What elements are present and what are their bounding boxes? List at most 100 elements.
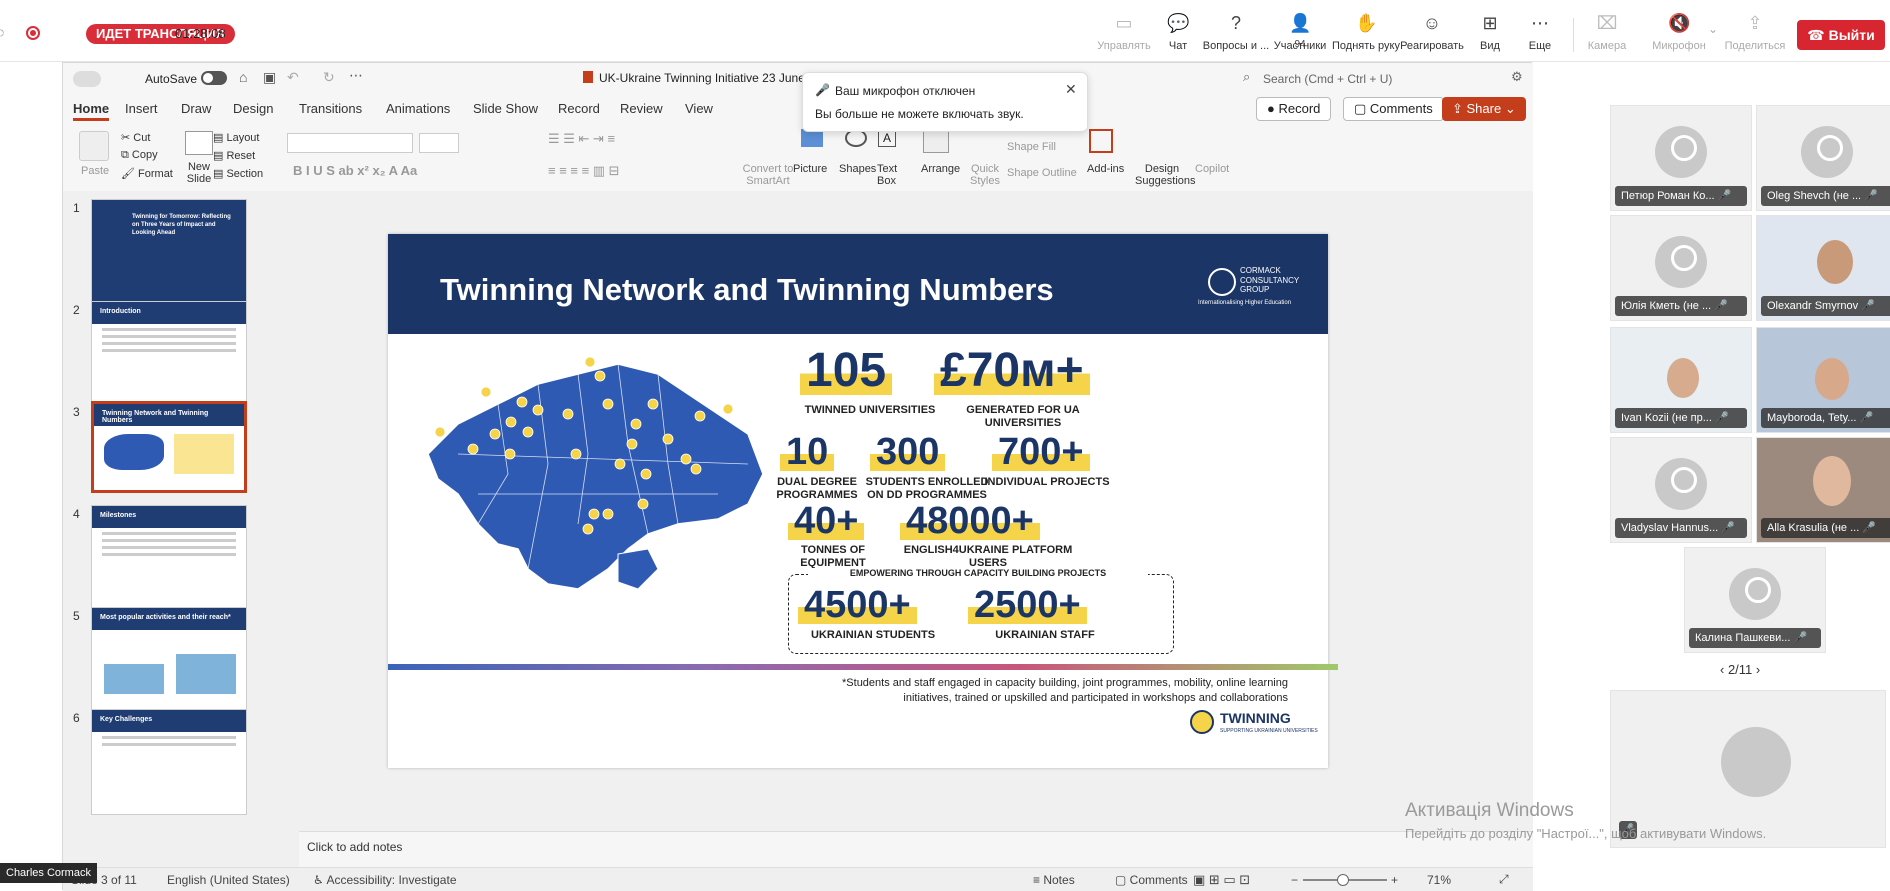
avatar bbox=[1655, 236, 1707, 288]
thumbnail-title: Introduction bbox=[92, 302, 246, 324]
addins-button[interactable]: Add-ins bbox=[1087, 163, 1124, 175]
settings-icon[interactable]: ⚙ bbox=[1511, 69, 1523, 85]
zoom-slider[interactable] bbox=[1303, 874, 1387, 886]
new-slide-icon bbox=[185, 131, 213, 155]
chevron-left-icon[interactable]: ‹ bbox=[1720, 662, 1728, 677]
redo-icon[interactable]: ↻ bbox=[323, 69, 335, 86]
accessibility-status[interactable]: ♿ Accessibility: Investigate bbox=[313, 873, 457, 887]
tab-animations[interactable]: Animations bbox=[386, 101, 450, 116]
document-title[interactable]: UK-Ukraine Twinning Initiative 23 June bbox=[599, 71, 805, 85]
stat-caption: STUDENTS ENROLLED ON DD PROGRAMMES bbox=[865, 476, 989, 502]
participant-tile[interactable]: Петюр Роман Ко... 🎤 bbox=[1610, 105, 1752, 211]
section-button[interactable]: ▤ Section bbox=[213, 167, 263, 180]
format-painter-button[interactable]: 🖌 Format bbox=[121, 167, 173, 180]
more-icon[interactable]: ⋯ bbox=[349, 67, 363, 84]
share-icon: ⇪ bbox=[1747, 13, 1763, 33]
participant-name: Oleg Shevch (не ... 🎤 bbox=[1761, 186, 1890, 206]
bullets-icon[interactable]: ☰ ☰ ⇤ ⇥ ≡ bbox=[548, 131, 615, 147]
slide-thumbnail-6[interactable]: Key Challenges bbox=[91, 709, 247, 815]
textbox-button[interactable]: Text Box bbox=[877, 163, 901, 187]
search-icon: ⌕ bbox=[1243, 69, 1251, 84]
avatar bbox=[1801, 126, 1853, 178]
zoom-out-icon[interactable]: − bbox=[1291, 873, 1298, 887]
cut-button[interactable]: ✂ Cut bbox=[121, 131, 150, 144]
tab-record[interactable]: Record bbox=[558, 101, 600, 116]
design-suggestions-button[interactable]: Design Suggestions bbox=[1135, 163, 1196, 187]
paste-button[interactable]: Paste bbox=[81, 165, 109, 177]
tab-draw[interactable]: Draw bbox=[181, 101, 211, 116]
stat-value: 700+ bbox=[992, 433, 1090, 471]
share-screen-button[interactable]: ⇪ Поделиться bbox=[1714, 12, 1796, 52]
copy-button[interactable]: ⧉ Copy bbox=[121, 149, 158, 162]
participant-tile[interactable]: Калина Пашкеви... 🎤 bbox=[1684, 547, 1826, 653]
shape-fill-button[interactable]: Shape Fill bbox=[1007, 141, 1056, 153]
participant-name: Ivan Kozii (не пр... 🎤 bbox=[1615, 408, 1747, 428]
thumbnail-number: 2 bbox=[73, 303, 80, 317]
slide-title: Twinning Network and Twinning Numbers bbox=[440, 272, 1054, 307]
tab-review[interactable]: Review bbox=[620, 101, 663, 116]
share-icon: ⇪ bbox=[1452, 101, 1467, 116]
slide-header: Twinning Network and Twinning Numbers CO… bbox=[388, 234, 1328, 334]
sidebar-toggle-icon[interactable] bbox=[73, 71, 101, 87]
avatar bbox=[1729, 568, 1781, 620]
notes-toggle[interactable]: ≡ Notes bbox=[1033, 873, 1075, 887]
slide-thumbnail-5[interactable]: Most popular activities and their reach* bbox=[91, 607, 247, 713]
tab-slide-show[interactable]: Slide Show bbox=[473, 101, 538, 116]
zoom-in-icon[interactable]: + bbox=[1391, 873, 1398, 887]
participant-tile[interactable]: Mayboroda, Tety... 🎤 bbox=[1756, 327, 1890, 433]
language-status[interactable]: English (United States) bbox=[167, 873, 290, 887]
zoom-level[interactable]: 71% bbox=[1427, 873, 1451, 887]
tab-home[interactable]: Home bbox=[73, 101, 110, 121]
participant-tile[interactable]: Oleg Shevch (не ... 🎤 bbox=[1756, 105, 1890, 211]
shape-outline-button[interactable]: Shape Outline bbox=[1007, 167, 1077, 179]
stat-value: 300 bbox=[870, 433, 946, 471]
save-icon[interactable]: ▣ bbox=[263, 69, 276, 86]
share-button[interactable]: ⇪ Share ⌄ bbox=[1442, 97, 1526, 121]
comments-button[interactable]: ▢ Comments bbox=[1343, 97, 1444, 121]
search-input[interactable]: Search (Cmd + Ctrl + U) bbox=[1263, 72, 1392, 86]
slide-thumbnail-2[interactable]: Introduction bbox=[91, 301, 247, 407]
slide-thumbnail-1[interactable]: Twinning for Tomorrow: Reflecting on Thr… bbox=[91, 199, 247, 305]
current-slide[interactable]: Twinning Network and Twinning Numbers CO… bbox=[388, 234, 1338, 768]
reset-button[interactable]: ▤ Reset bbox=[213, 149, 255, 162]
notes-placeholder[interactable]: Click to add notes bbox=[307, 840, 402, 854]
slide-footnote: *Students and staff engaged in capacity … bbox=[842, 677, 1288, 704]
picture-button[interactable]: Picture bbox=[793, 163, 827, 175]
view-mode-icons[interactable]: ▣ ⊞ ▭ ⊡ bbox=[1193, 872, 1250, 888]
shapes-button[interactable]: Shapes bbox=[839, 163, 876, 175]
participant-tile[interactable]: Юлія Кметь (не ... 🎤 bbox=[1610, 215, 1752, 321]
tab-insert[interactable]: Insert bbox=[125, 101, 158, 116]
font-size-select[interactable] bbox=[419, 133, 459, 153]
participant-tile[interactable]: Ivan Kozii (не пр... 🎤 bbox=[1610, 327, 1752, 433]
autosave-toggle[interactable] bbox=[201, 71, 227, 85]
align-icon[interactable]: ≡ ≡ ≡ ≡ ▥ ⊟ bbox=[548, 163, 620, 179]
home-icon[interactable]: ⌂ bbox=[239, 69, 247, 85]
copilot-button[interactable]: Copilot bbox=[1195, 163, 1229, 175]
new-slide-button[interactable]: New Slide bbox=[183, 161, 215, 185]
leave-button[interactable]: ☎ Выйти bbox=[1797, 20, 1885, 50]
tab-design[interactable]: Design bbox=[233, 101, 273, 116]
self-view-tile[interactable]: 🎤 bbox=[1610, 690, 1886, 848]
comments-toggle[interactable]: ▢ Comments bbox=[1115, 873, 1188, 887]
presenter-name-label: Charles Cormack bbox=[0, 863, 97, 883]
participant-tile[interactable]: Olexandr Smyrnov 🎤 bbox=[1756, 215, 1890, 321]
chevron-right-icon[interactable]: › bbox=[1752, 662, 1760, 677]
record-button[interactable]: ● Record bbox=[1256, 97, 1332, 121]
layout-button[interactable]: ▤ Layout bbox=[213, 131, 259, 144]
cormack-logo-text: CORMACK CONSULTANCY GROUP bbox=[1240, 266, 1300, 295]
fit-slide-icon[interactable]: ⤢ bbox=[1499, 872, 1509, 887]
bold-icon[interactable]: B I U S ab x² x₂ A Aa bbox=[293, 163, 417, 178]
tab-transitions[interactable]: Transitions bbox=[299, 101, 362, 116]
arrange-button[interactable]: Arrange bbox=[921, 163, 960, 175]
gallery-pager[interactable]: ‹ 2/11 › bbox=[1720, 662, 1760, 677]
quick-styles-button[interactable]: Quick Styles bbox=[965, 163, 1005, 187]
close-icon[interactable]: ✕ bbox=[1065, 81, 1077, 98]
camera-button[interactable]: ⌧ Камера bbox=[1566, 12, 1648, 52]
participant-tile[interactable]: Alla Krasulia (не ... 🎤 bbox=[1756, 437, 1890, 543]
undo-icon[interactable]: ↶ bbox=[287, 69, 299, 86]
slide-thumbnail-4[interactable]: Milestones bbox=[91, 505, 247, 611]
participant-tile[interactable]: Vladyslav Hannus... 🎤 bbox=[1610, 437, 1752, 543]
slide-thumbnail-3[interactable]: Twinning Network and Twinning Numbers bbox=[91, 401, 247, 493]
tab-view[interactable]: View bbox=[685, 101, 713, 116]
font-family-select[interactable] bbox=[287, 133, 413, 153]
